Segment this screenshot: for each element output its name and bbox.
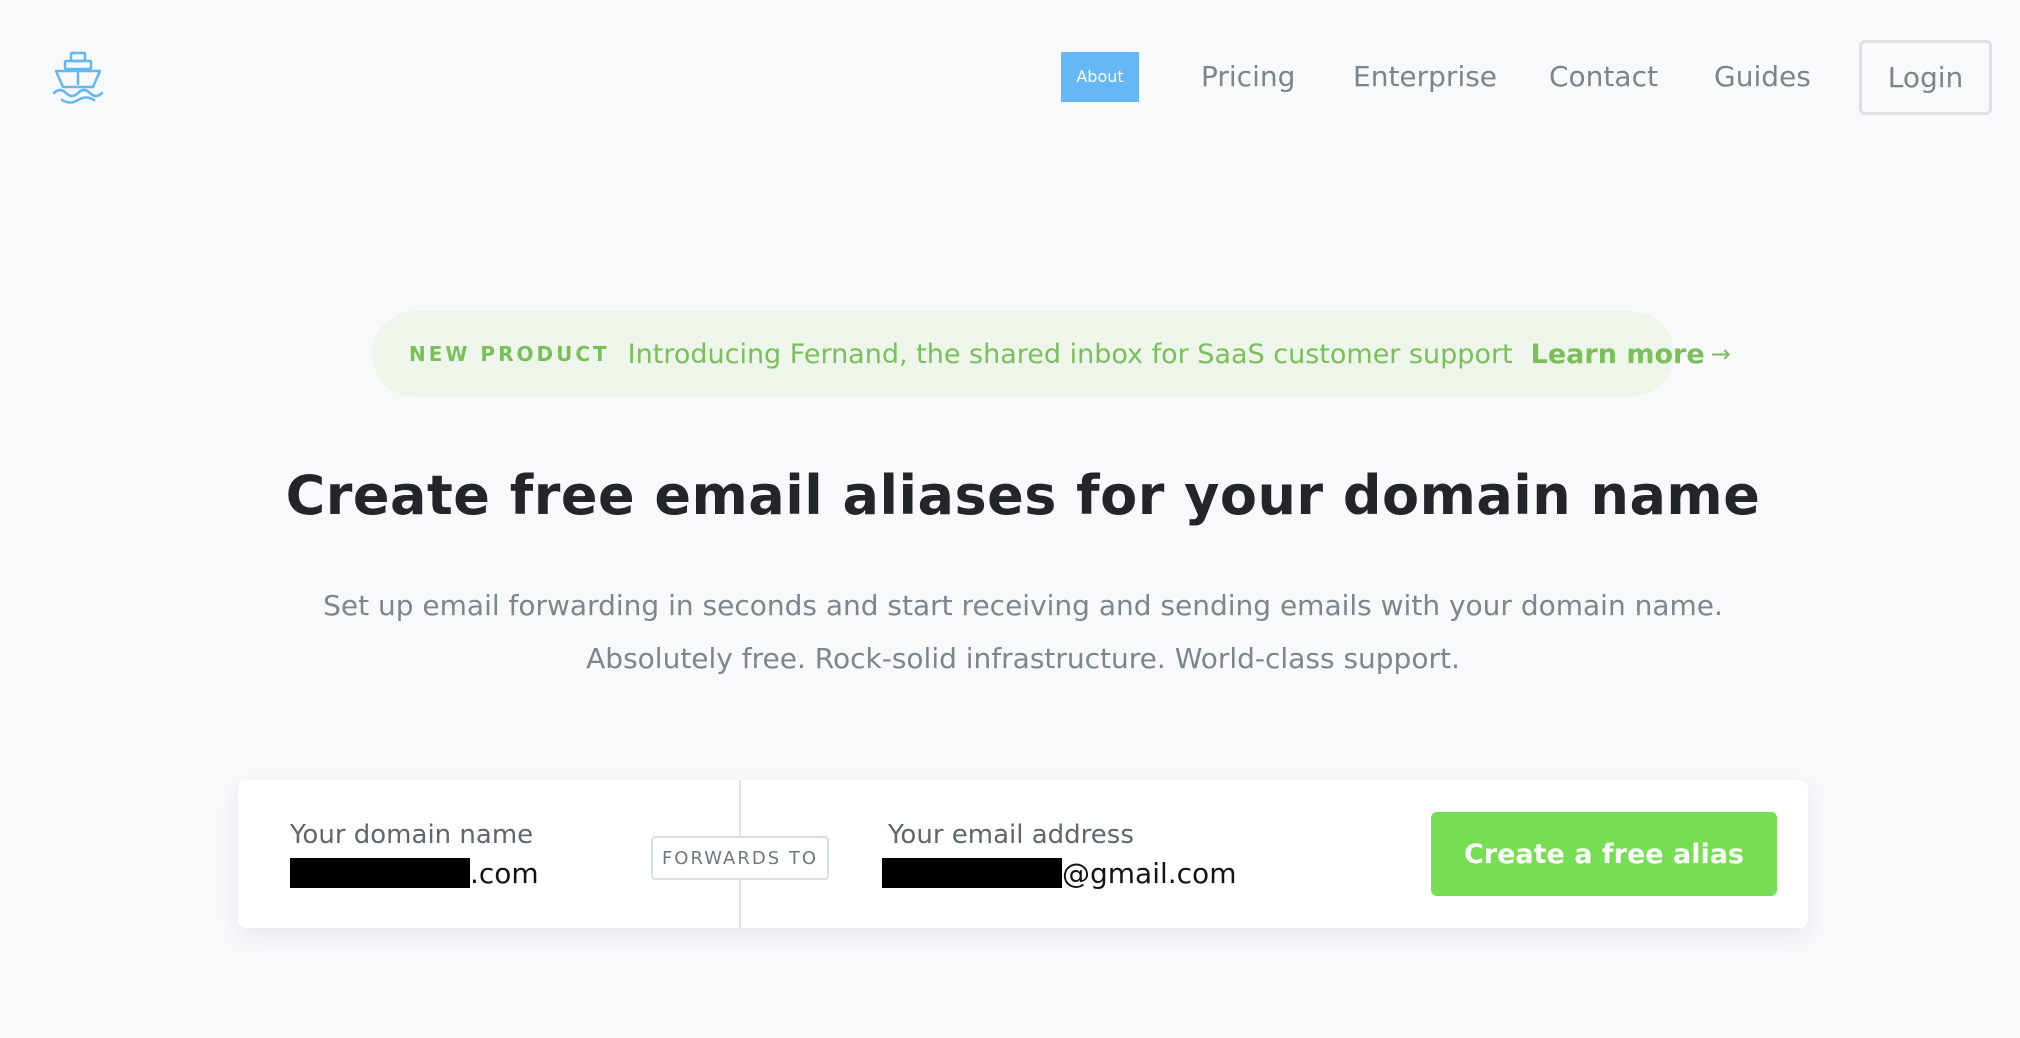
page-subtitle-line-2: Absolutely free. Rock-solid infrastructu…	[586, 642, 1460, 675]
learn-more-link[interactable]: Learn more	[1531, 339, 1705, 370]
redacted-text	[882, 858, 1062, 888]
ship-icon[interactable]	[50, 50, 106, 106]
email-suffix: @gmail.com	[1062, 856, 1237, 890]
alias-form-card: Your domain name .com FORWARDS TO Your e…	[238, 780, 1808, 928]
create-alias-button[interactable]: Create a free alias	[1431, 812, 1777, 896]
email-field[interactable]: @gmail.com	[882, 856, 1237, 890]
page-title: Create free email aliases for your domai…	[285, 464, 1761, 527]
domain-field-label: Your domain name	[290, 820, 534, 850]
nav-link-contact[interactable]: Contact	[1549, 52, 1658, 102]
arrow-right-icon: →	[1710, 340, 1731, 368]
landing-page: About Pricing Enterprise Contact Guides …	[0, 0, 2020, 1038]
banner-text: Introducing Fernand, the shared inbox fo…	[627, 338, 1513, 370]
redacted-text	[290, 858, 470, 888]
nav-link-pricing[interactable]: Pricing	[1201, 52, 1295, 102]
email-field-label: Your email address	[888, 820, 1134, 850]
announcement-banner[interactable]: NEW PRODUCT Introducing Fernand, the sha…	[372, 311, 1731, 397]
banner-tag: NEW PRODUCT	[409, 342, 610, 366]
domain-suffix: .com	[470, 856, 539, 890]
domain-field[interactable]: .com	[290, 856, 539, 890]
nav-link-about[interactable]: About	[1061, 52, 1139, 102]
login-button[interactable]: Login	[1859, 40, 1992, 115]
forwards-to-badge: FORWARDS TO	[651, 836, 829, 880]
page-subtitle-line-1: Set up email forwarding in seconds and s…	[323, 589, 1723, 622]
nav-link-guides[interactable]: Guides	[1714, 52, 1811, 102]
nav-link-enterprise[interactable]: Enterprise	[1353, 52, 1497, 102]
